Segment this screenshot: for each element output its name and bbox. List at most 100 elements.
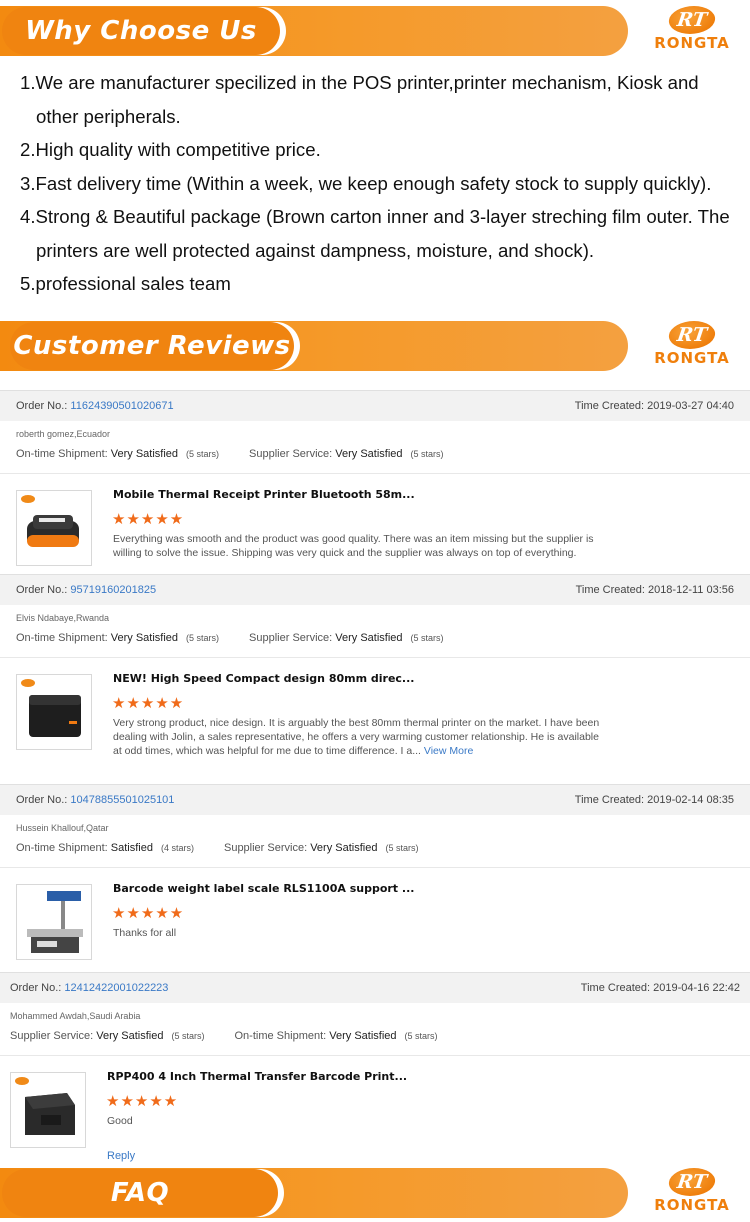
review-card: Order No.: 11624390501020671 Time Create… bbox=[0, 390, 750, 574]
ontime-stars: (5 stars) bbox=[186, 449, 220, 459]
banner-pill: Customer Reviews bbox=[10, 322, 294, 370]
order-label: Order No.: bbox=[16, 584, 68, 596]
star-rating: ★★★★★ bbox=[112, 695, 185, 712]
review-text: Thanks for all bbox=[113, 927, 177, 939]
time-label: Time Created: bbox=[574, 794, 645, 806]
supplier-stars: (5 stars) bbox=[410, 633, 444, 643]
section-title-why: Why Choose Us bbox=[25, 16, 257, 46]
why-item: 2.High quality with competitive price. bbox=[20, 139, 321, 160]
order-number-link[interactable]: 12412422001022223 bbox=[64, 982, 168, 994]
time-created: 2019-02-14 08:35 bbox=[647, 794, 734, 806]
review-card: Order No.: 10478855501025101 Time Create… bbox=[0, 784, 750, 972]
time-label: Time Created: bbox=[574, 400, 645, 412]
rongta-logo: RT RONGTA bbox=[646, 6, 738, 58]
supplier-value: Very Satisfied bbox=[335, 632, 403, 644]
product-title-link[interactable]: Barcode weight label scale RLS1100A supp… bbox=[113, 882, 414, 895]
review-body: RPP400 4 Inch Thermal Transfer Barcode P… bbox=[0, 1055, 750, 1163]
supplier-value: Very Satisfied bbox=[96, 1030, 164, 1042]
rating-row: On-time Shipment: Very Satisfied (5 stars… bbox=[0, 627, 750, 649]
logo-name: RONGTA bbox=[654, 1196, 730, 1214]
order-number-link[interactable]: 11624390501020671 bbox=[70, 400, 173, 412]
logo-name: RONGTA bbox=[654, 34, 730, 52]
why-item: 1.We are manufacturer specilized in the … bbox=[20, 72, 699, 127]
ontime-value: Very Satisfied bbox=[110, 632, 179, 644]
ontime-stars: (4 stars) bbox=[160, 843, 194, 853]
rating-row: On-time Shipment: Very Satisfied (5 stars… bbox=[0, 443, 750, 465]
time-created: 2018-12-11 03:56 bbox=[647, 584, 734, 596]
product-thumbnail[interactable] bbox=[16, 674, 92, 750]
customer-reviews-banner: Customer Reviews RT RONGTA bbox=[0, 317, 750, 375]
review-card: Order No.: 95719160201825 Time Created: … bbox=[0, 574, 750, 784]
review-text: Very strong product, nice design. It is … bbox=[113, 717, 600, 757]
view-more-link[interactable]: View More bbox=[424, 745, 473, 757]
banner-pill: Why Choose Us bbox=[2, 7, 280, 55]
review-body: Mobile Thermal Receipt Printer Bluetooth… bbox=[0, 473, 750, 573]
product-thumbnail[interactable] bbox=[16, 490, 92, 566]
label-scale-image bbox=[27, 891, 83, 953]
order-header: Order No.: 95719160201825 Time Created: … bbox=[0, 575, 750, 605]
rongta-logo: RT RONGTA bbox=[646, 1168, 738, 1220]
rating-row: On-time Shipment: Satisfied (4 stars) Sup… bbox=[0, 837, 750, 859]
product-title-link[interactable]: RPP400 4 Inch Thermal Transfer Barcode P… bbox=[107, 1070, 407, 1083]
reviewer-name: Elvis Ndabaye,Rwanda bbox=[16, 613, 110, 623]
supplier-value: Very Satisfied bbox=[335, 448, 403, 460]
order-number-link[interactable]: 10478855501025101 bbox=[70, 794, 174, 806]
order-label: Order No.: bbox=[16, 794, 68, 806]
supplier-stars: (5 stars) bbox=[171, 1031, 205, 1041]
order-label: Order No.: bbox=[10, 982, 62, 994]
ontime-label: On-time Shipment: bbox=[16, 842, 108, 854]
review-body: Barcode weight label scale RLS1100A supp… bbox=[0, 867, 750, 971]
rating-row: Supplier Service: Very Satisfied (5 stars… bbox=[0, 1025, 750, 1047]
time-label: Time Created: bbox=[575, 584, 645, 596]
review-card: Order No.: 12412422001022223 Time Create… bbox=[0, 972, 750, 1168]
ontime-value: Very Satisfied bbox=[329, 1030, 397, 1042]
product-title-link[interactable]: NEW! High Speed Compact design 80mm dire… bbox=[113, 672, 414, 685]
faq-banner: FAQ RT RONGTA bbox=[0, 1164, 750, 1222]
order-header: Order No.: 10478855501025101 Time Create… bbox=[0, 785, 750, 815]
product-title-link[interactable]: Mobile Thermal Receipt Printer Bluetooth… bbox=[113, 488, 415, 501]
why-list: 1.We are manufacturer specilized in the … bbox=[20, 66, 740, 301]
ontime-label: On-time Shipment: bbox=[16, 632, 108, 644]
why-item: 5.professional sales team bbox=[20, 273, 231, 294]
product-thumbnail[interactable] bbox=[10, 1072, 86, 1148]
ontime-stars: (5 stars) bbox=[404, 1031, 438, 1041]
star-rating: ★★★★★ bbox=[106, 1093, 179, 1110]
why-choose-us-banner: Why Choose Us RT RONGTA bbox=[0, 2, 750, 60]
time-label: Time Created: bbox=[580, 982, 651, 994]
order-header: Order No.: 11624390501020671 Time Create… bbox=[0, 391, 750, 421]
review-text: Good bbox=[107, 1115, 133, 1127]
supplier-label: Supplier Service: bbox=[10, 1030, 94, 1042]
review-text: Everything was smooth and the product wa… bbox=[113, 533, 594, 559]
why-item: 4.Strong & Beautiful package (Brown cart… bbox=[20, 206, 730, 261]
order-header: Order No.: 12412422001022223 Time Create… bbox=[0, 973, 750, 1003]
mini-logo-icon bbox=[21, 495, 35, 503]
ontime-stars: (5 stars) bbox=[186, 633, 220, 643]
banner-pill: FAQ bbox=[2, 1169, 278, 1217]
mini-logo-icon bbox=[15, 1077, 29, 1085]
supplier-stars: (5 stars) bbox=[385, 843, 419, 853]
supplier-label: Supplier Service: bbox=[223, 842, 308, 854]
reply-link[interactable]: Reply bbox=[107, 1150, 135, 1162]
logo-name: RONGTA bbox=[654, 349, 730, 367]
reviewer-name: Hussein Khallouf,Qatar bbox=[16, 823, 109, 833]
why-item: 3.Fast delivery time (Within a week, we … bbox=[20, 172, 712, 194]
mini-logo-icon bbox=[21, 679, 35, 687]
time-created: 2019-04-16 22:42 bbox=[653, 982, 740, 994]
ontime-label: On-time Shipment: bbox=[16, 448, 108, 460]
rongta-logo: RT RONGTA bbox=[646, 321, 738, 373]
order-label: Order No.: bbox=[16, 400, 68, 412]
star-rating: ★★★★★ bbox=[112, 905, 185, 922]
star-rating: ★★★★★ bbox=[112, 511, 185, 528]
ontime-value: Very Satisfied bbox=[110, 448, 179, 460]
ontime-value: Satisfied bbox=[110, 842, 153, 854]
supplier-label: Supplier Service: bbox=[249, 632, 333, 644]
time-created: 2019-03-27 04:40 bbox=[647, 400, 734, 412]
logo-mark: RT bbox=[667, 1168, 717, 1196]
product-thumbnail[interactable] bbox=[16, 884, 92, 960]
order-number-link[interactable]: 95719160201825 bbox=[70, 584, 156, 596]
section-title-reviews: Customer Reviews bbox=[13, 331, 291, 361]
supplier-stars: (5 stars) bbox=[410, 449, 444, 459]
reviewer-name: Mohammed Awdah,Saudi Arabia bbox=[10, 1011, 141, 1021]
review-body: NEW! High Speed Compact design 80mm dire… bbox=[0, 657, 750, 783]
reviewer-name: roberth gomez,Ecuador bbox=[16, 429, 111, 439]
